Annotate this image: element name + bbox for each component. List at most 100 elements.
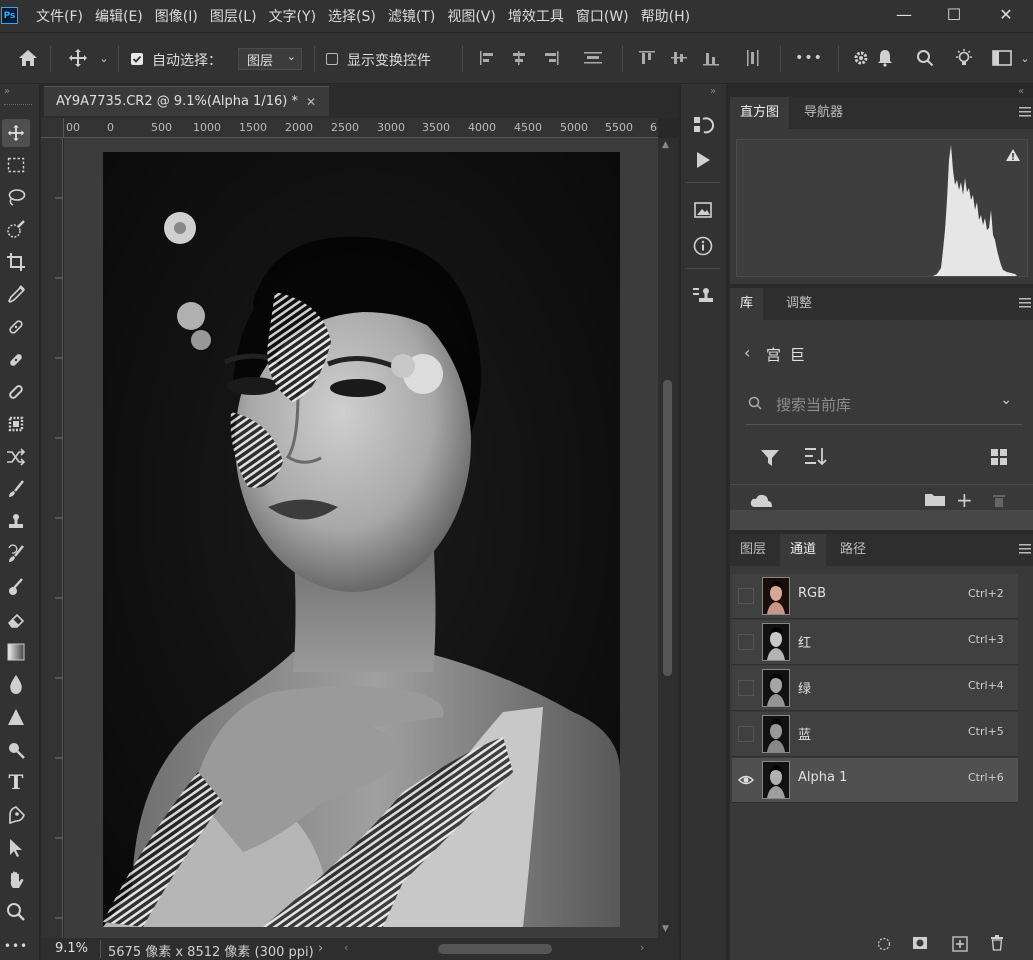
sort-icon[interactable] xyxy=(804,446,828,468)
distribute-icon[interactable] xyxy=(580,32,606,84)
move-tool-icon[interactable] xyxy=(2,119,30,147)
trash-icon[interactable] xyxy=(992,493,1006,507)
align-center-icon[interactable] xyxy=(506,32,532,84)
gradient-tool-icon[interactable] xyxy=(2,638,30,666)
bell-icon[interactable] xyxy=(874,32,896,84)
grid-view-icon[interactable] xyxy=(990,448,1008,466)
scroll-down-icon[interactable]: ▼ xyxy=(662,924,669,934)
warning-icon[interactable] xyxy=(1005,148,1021,162)
chevron-right-icon[interactable]: › xyxy=(318,941,323,956)
close-button[interactable]: ✕ xyxy=(995,4,1017,26)
channel-row-green[interactable]: 绿 Ctrl+4 xyxy=(732,666,1018,711)
gear-icon[interactable] xyxy=(850,32,872,84)
back-chevron-icon[interactable]: ‹ xyxy=(744,343,750,362)
channel-row-alpha[interactable]: Alpha 1 Ctrl+6 xyxy=(732,758,1018,803)
chevron-down-icon[interactable]: ⌄ xyxy=(1018,32,1032,84)
chevron-down-icon[interactable]: ⌄ xyxy=(96,32,112,84)
expand-chevrons-icon[interactable]: » xyxy=(710,86,716,97)
save-selection-icon[interactable] xyxy=(912,936,928,950)
dodge-tool-icon[interactable] xyxy=(2,703,30,731)
healing-brush-tool-icon[interactable] xyxy=(2,346,30,374)
vertical-scroll-thumb[interactable] xyxy=(663,380,672,676)
trash-icon[interactable] xyxy=(990,935,1004,951)
brush-tool-icon[interactable] xyxy=(2,475,30,503)
workspace-icon[interactable] xyxy=(989,32,1015,84)
scroll-left-icon[interactable]: ‹ xyxy=(344,941,348,954)
new-channel-icon[interactable] xyxy=(952,936,968,952)
align-middle-icon[interactable] xyxy=(666,32,692,84)
hand-tool-icon[interactable] xyxy=(2,866,30,894)
menu-layer[interactable]: 图层(L) xyxy=(210,6,257,26)
document-canvas-image[interactable] xyxy=(103,152,620,927)
clone-source-icon[interactable] xyxy=(689,282,717,310)
chevron-down-icon[interactable]: ⌄ xyxy=(1000,392,1012,408)
tab-adjustments[interactable]: 调整 xyxy=(776,288,822,320)
align-top-icon[interactable] xyxy=(634,32,660,84)
collapse-chevrons-icon[interactable]: « xyxy=(1018,86,1024,97)
menu-edit[interactable]: 编辑(E) xyxy=(95,6,143,26)
align-right-icon[interactable] xyxy=(538,32,564,84)
type-tool-icon[interactable]: T xyxy=(2,768,30,796)
menu-type[interactable]: 文字(Y) xyxy=(269,6,316,26)
menu-select[interactable]: 选择(S) xyxy=(328,6,376,26)
minimize-button[interactable]: — xyxy=(893,4,915,26)
close-tab-icon[interactable]: ✕ xyxy=(306,95,316,109)
show-transform-checkbox[interactable] xyxy=(326,53,338,65)
marquee-tool-icon[interactable] xyxy=(2,151,30,179)
visibility-toggle[interactable] xyxy=(738,726,754,742)
expand-chevrons-icon[interactable]: » xyxy=(4,86,10,97)
patch-tool-icon[interactable] xyxy=(2,378,30,406)
blur-tool-icon[interactable] xyxy=(2,670,30,698)
visibility-toggle[interactable] xyxy=(738,634,754,650)
tab-library[interactable]: 库 xyxy=(730,288,764,320)
stamp-tool-icon[interactable] xyxy=(2,410,30,438)
menu-plugins[interactable]: 增效工具 xyxy=(508,6,564,26)
menu-window[interactable]: 窗口(W) xyxy=(576,6,629,26)
home-icon[interactable] xyxy=(12,32,44,84)
channel-row-red[interactable]: 红 Ctrl+3 xyxy=(732,620,1018,665)
tab-layers[interactable]: 图层 xyxy=(730,534,776,566)
menu-image[interactable]: 图像(I) xyxy=(155,6,198,26)
actions-play-icon[interactable] xyxy=(689,146,717,174)
library-breadcrumb[interactable]: 宫 巨 xyxy=(766,344,807,365)
panel-menu-icon[interactable] xyxy=(1019,107,1031,117)
image-panel-icon[interactable] xyxy=(689,196,717,224)
menu-file[interactable]: 文件(F) xyxy=(36,6,83,26)
more-tools-icon[interactable]: ••• xyxy=(2,932,30,960)
filter-icon[interactable] xyxy=(760,448,780,468)
distribute-vertical-icon[interactable] xyxy=(740,32,766,84)
menu-view[interactable]: 视图(V) xyxy=(447,6,496,26)
lasso-tool-icon[interactable] xyxy=(2,183,30,211)
document-info[interactable]: 5675 像素 x 8512 像素 (300 ppi) xyxy=(108,941,314,960)
channel-row-blue[interactable]: 蓝 Ctrl+5 xyxy=(732,712,1018,757)
cloud-icon[interactable] xyxy=(750,493,774,507)
eyedropper-tool-icon[interactable] xyxy=(2,281,30,309)
align-left-icon[interactable] xyxy=(474,32,500,84)
scroll-up-icon[interactable]: ▲ xyxy=(662,140,669,150)
tab-paths[interactable]: 路径 xyxy=(830,534,876,566)
load-selection-icon[interactable] xyxy=(877,937,891,951)
tab-histogram[interactable]: 直方图 xyxy=(730,97,790,129)
maximize-button[interactable]: ☐ xyxy=(943,4,965,26)
align-bottom-icon[interactable] xyxy=(698,32,724,84)
zoom-level[interactable]: 9.1% xyxy=(55,941,88,956)
grip[interactable] xyxy=(4,104,32,107)
eraser-tool-icon[interactable] xyxy=(2,606,30,634)
more-options-icon[interactable]: ••• xyxy=(792,32,826,84)
menu-help[interactable]: 帮助(H) xyxy=(641,6,690,26)
tab-navigator[interactable]: 导航器 xyxy=(794,97,853,129)
eye-icon[interactable] xyxy=(738,772,754,788)
history-panel-icon[interactable] xyxy=(689,111,717,139)
auto-select-checkbox[interactable] xyxy=(131,53,143,65)
pen-tool-icon[interactable] xyxy=(2,736,30,764)
path-selection-tool-icon[interactable] xyxy=(2,834,30,862)
search-icon[interactable] xyxy=(912,32,938,84)
folder-icon[interactable] xyxy=(924,492,946,506)
path-tool-icon[interactable] xyxy=(2,801,30,829)
move-tool-icon[interactable] xyxy=(62,32,94,84)
scroll-right-icon[interactable]: › xyxy=(640,941,644,954)
panel-menu-icon[interactable] xyxy=(1019,544,1031,554)
visibility-toggle[interactable] xyxy=(738,680,754,696)
channel-row-rgb[interactable]: RGB Ctrl+2 xyxy=(732,574,1018,619)
add-icon[interactable]: + xyxy=(956,488,973,512)
